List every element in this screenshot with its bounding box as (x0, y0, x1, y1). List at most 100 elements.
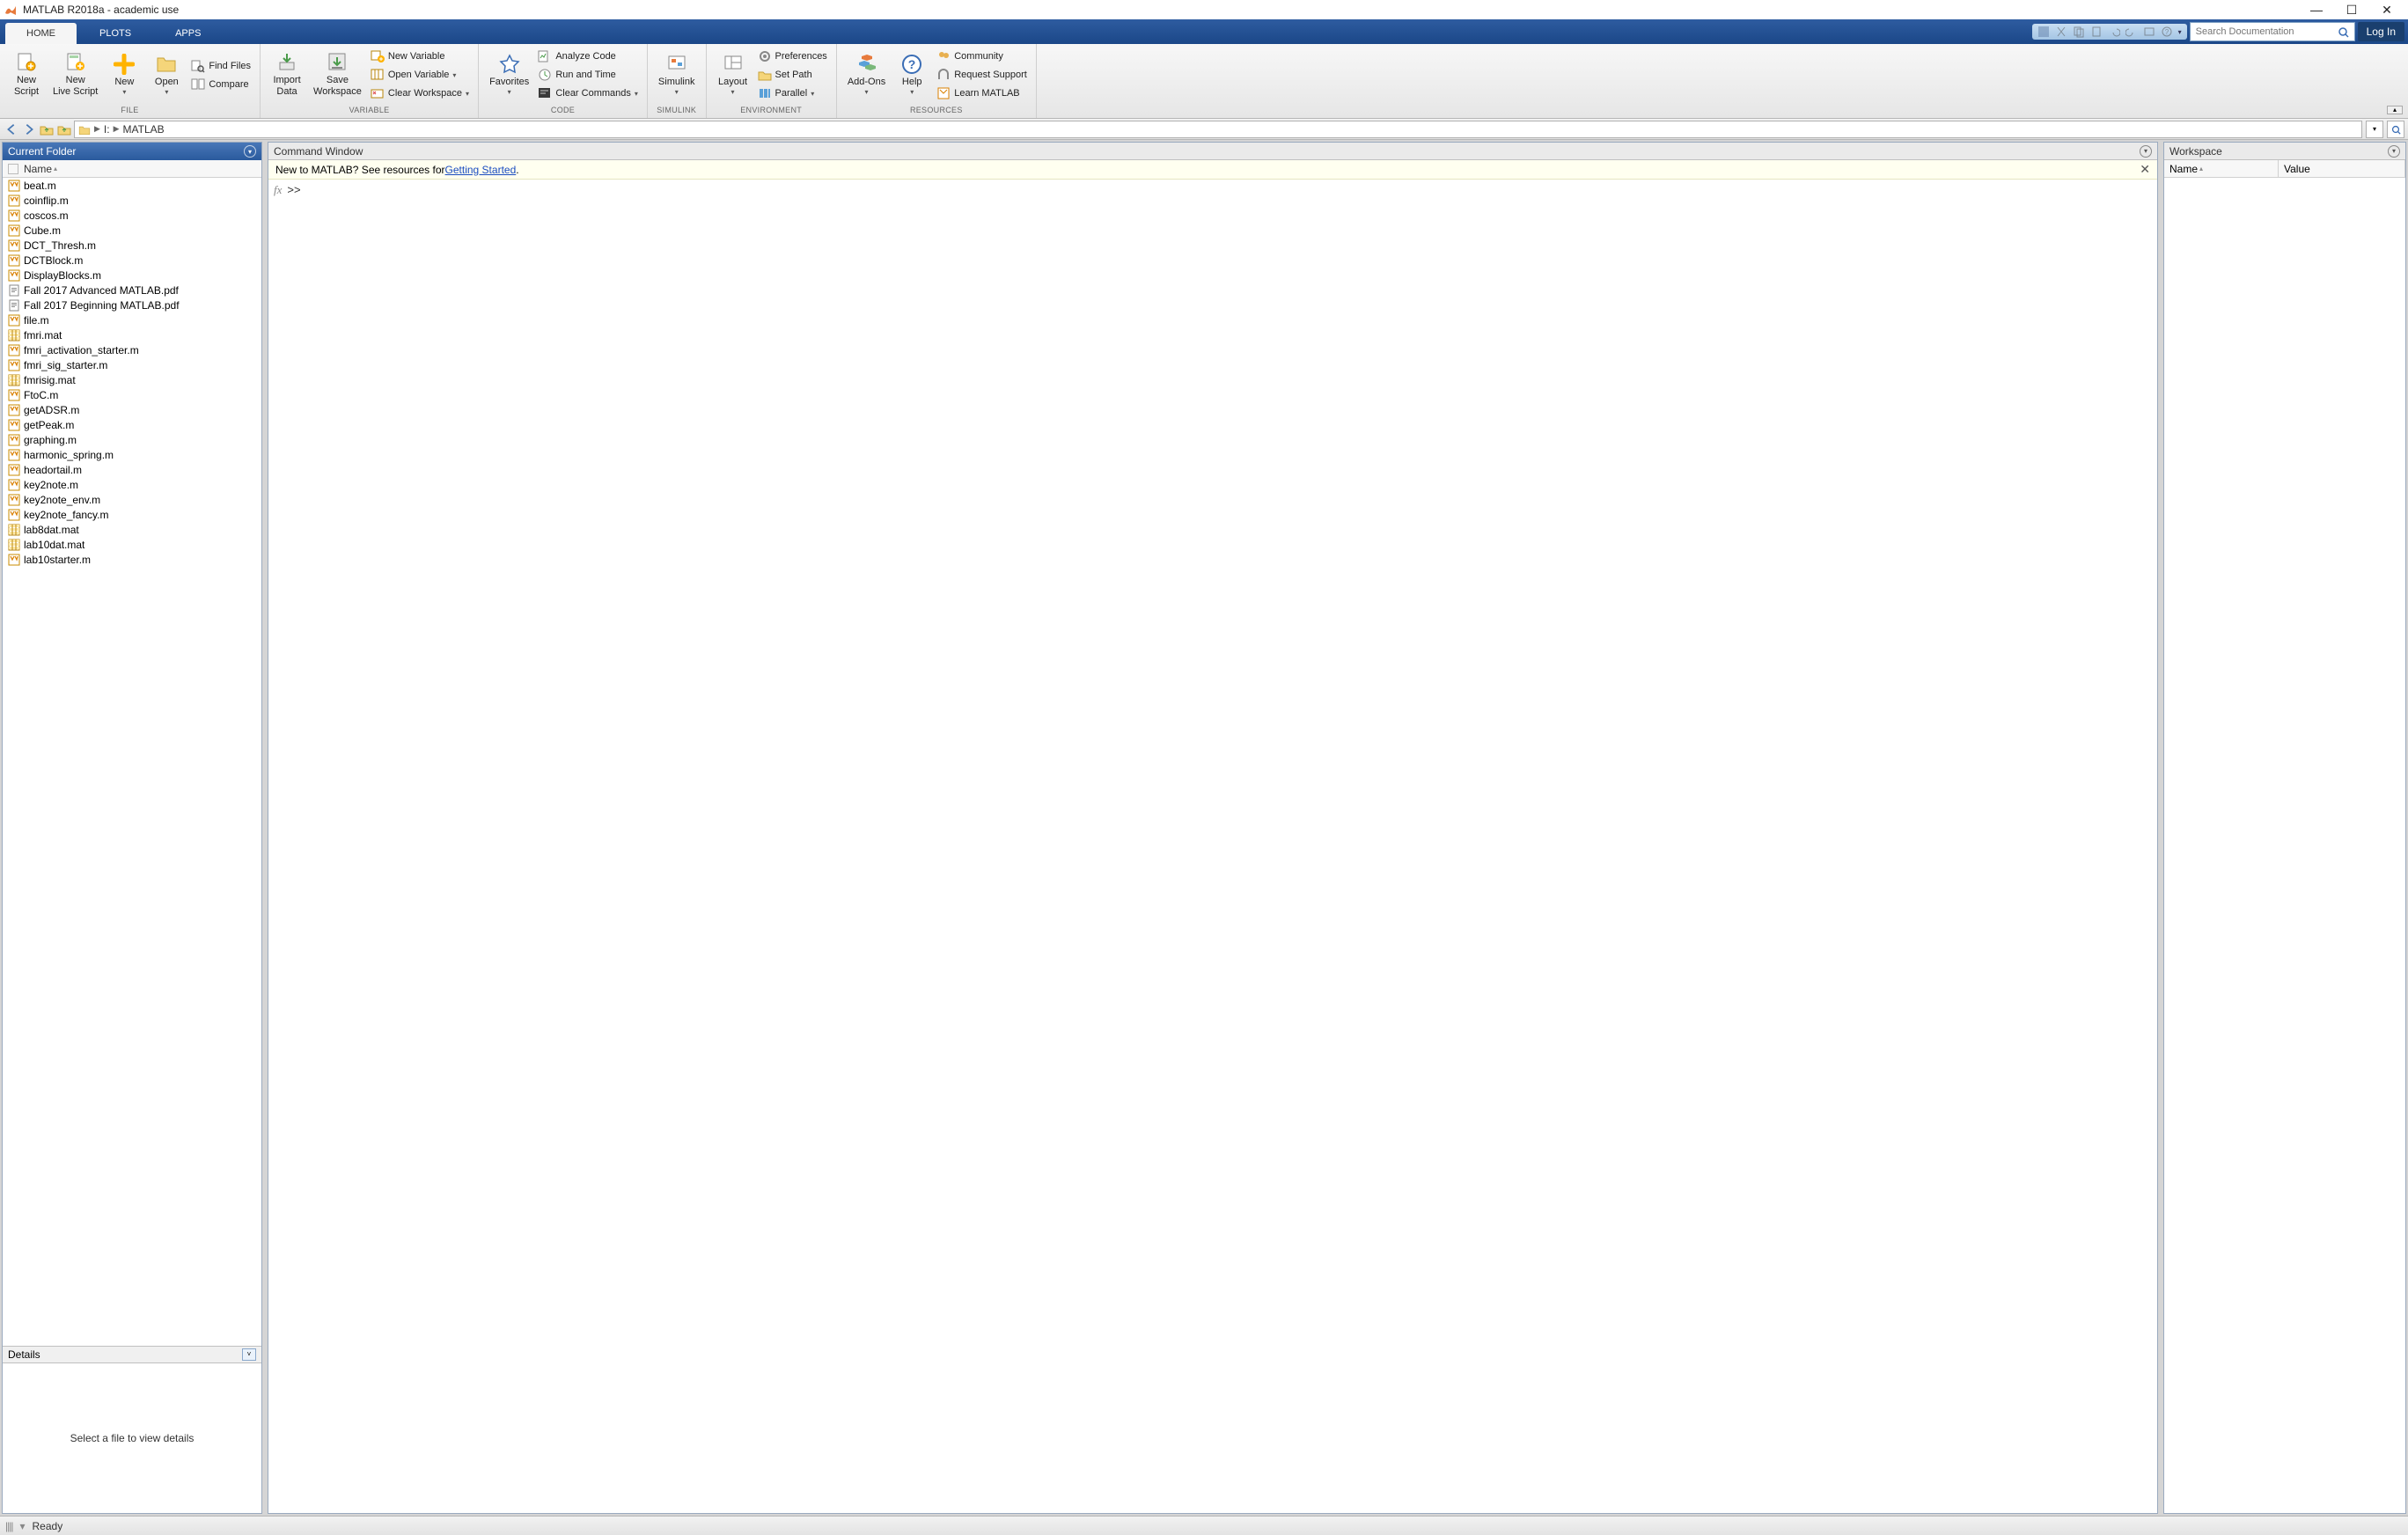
undo-icon[interactable] (2108, 26, 2120, 38)
workspace-column-headers[interactable]: Name▴ Value (2164, 160, 2405, 178)
file-item[interactable]: lab10dat.mat (3, 537, 261, 552)
mat-file-icon (8, 329, 20, 342)
quick-access-dropdown[interactable]: ▾ (2178, 28, 2182, 36)
getting-started-link[interactable]: Getting Started (445, 164, 517, 176)
preferences-button[interactable]: Preferences (754, 48, 831, 65)
analyze-code-button[interactable]: Analyze Code (534, 48, 642, 65)
find-files-button[interactable]: Find Files (187, 57, 254, 75)
minimize-toolstrip-button[interactable]: ▴ (2387, 106, 2403, 114)
fx-indicator[interactable]: fx (274, 183, 282, 1509)
details-toggle-button[interactable]: ˅ (242, 1348, 256, 1361)
current-folder-file-list[interactable]: beat.mcoinflip.mcoscos.mCube.mDCT_Thresh… (3, 178, 261, 1346)
open-variable-button[interactable]: Open Variable (367, 66, 473, 84)
path-search-button[interactable] (2387, 121, 2404, 138)
workspace-col-name[interactable]: Name▴ (2164, 160, 2279, 177)
current-folder-header[interactable]: Current Folder ▾ (3, 143, 261, 160)
file-item[interactable]: beat.m (3, 178, 261, 193)
file-item[interactable]: FtoC.m (3, 387, 261, 402)
set-path-button[interactable]: Set Path (754, 66, 831, 84)
path-dropdown[interactable]: ▾ (2366, 121, 2383, 138)
nav-forward-button[interactable] (21, 121, 37, 137)
save-icon[interactable] (2037, 26, 2050, 38)
request-support-button[interactable]: Request Support (933, 66, 1031, 84)
banner-close-button[interactable]: ✕ (2140, 162, 2150, 177)
nav-back-button[interactable] (4, 121, 19, 137)
command-window-header[interactable]: Command Window ▾ (268, 143, 2157, 160)
details-header[interactable]: Details ˅ (3, 1346, 261, 1363)
tab-home[interactable]: HOME (5, 23, 77, 44)
file-item[interactable]: key2note_fancy.m (3, 507, 261, 522)
current-folder-path[interactable]: ▶ I: ▶ MATLAB (74, 121, 2362, 138)
new-live-script-button[interactable]: New Live Script (48, 50, 103, 99)
layout-button[interactable]: Layout (712, 52, 754, 99)
help-icon[interactable]: ? (2161, 26, 2173, 38)
file-item[interactable]: fmri_sig_starter.m (3, 357, 261, 372)
maximize-button[interactable]: ☐ (2334, 0, 2369, 19)
workspace-body[interactable] (2164, 178, 2405, 1513)
command-window-menu-button[interactable]: ▾ (2140, 145, 2152, 158)
paste-icon[interactable] (2090, 26, 2103, 38)
nav-up-button[interactable] (39, 121, 55, 137)
file-item[interactable]: getADSR.m (3, 402, 261, 417)
command-window-body[interactable]: fx >> (268, 180, 2157, 1513)
file-item[interactable]: file.m (3, 312, 261, 327)
new-button[interactable]: New (103, 52, 145, 99)
simulink-button[interactable]: Simulink (653, 52, 701, 99)
save-workspace-button[interactable]: Save Workspace (308, 50, 367, 99)
current-folder-menu-button[interactable]: ▾ (244, 145, 256, 158)
new-variable-button[interactable]: New Variable (367, 48, 473, 65)
search-documentation[interactable] (2190, 22, 2355, 41)
tab-plots[interactable]: PLOTS (78, 23, 152, 44)
learn-matlab-button[interactable]: Learn MATLAB (933, 84, 1031, 102)
open-button[interactable]: Open (145, 52, 187, 99)
current-folder-column-header[interactable]: Name ▴ (3, 160, 261, 178)
file-item[interactable]: key2note.m (3, 477, 261, 492)
file-item[interactable]: fmrisig.mat (3, 372, 261, 387)
new-script-button[interactable]: New Script (5, 50, 48, 99)
file-item[interactable]: DCT_Thresh.m (3, 238, 261, 253)
file-item[interactable]: harmonic_spring.m (3, 447, 261, 462)
minimize-button[interactable]: — (2299, 0, 2334, 19)
workspace-menu-button[interactable]: ▾ (2388, 145, 2400, 158)
file-item[interactable]: headortail.m (3, 462, 261, 477)
search-icon[interactable] (2337, 26, 2349, 38)
file-item[interactable]: fmri_activation_starter.m (3, 342, 261, 357)
run-and-time-button[interactable]: Run and Time (534, 66, 642, 84)
file-item[interactable]: coinflip.m (3, 193, 261, 208)
parallel-button[interactable]: Parallel (754, 84, 831, 102)
clear-commands-button[interactable]: Clear Commands (534, 84, 642, 102)
file-item[interactable]: graphing.m (3, 432, 261, 447)
tab-apps[interactable]: APPS (154, 23, 222, 44)
file-item[interactable]: Fall 2017 Advanced MATLAB.pdf (3, 283, 261, 297)
file-item[interactable]: Cube.m (3, 223, 261, 238)
parallel-icon (758, 86, 772, 100)
login-button[interactable]: Log In (2358, 22, 2404, 41)
file-item[interactable]: lab10starter.m (3, 552, 261, 567)
help-button[interactable]: Help (891, 52, 933, 99)
addons-button[interactable]: Add-Ons (842, 52, 891, 99)
file-item[interactable]: getPeak.m (3, 417, 261, 432)
file-item[interactable]: DCTBlock.m (3, 253, 261, 268)
redo-icon[interactable] (2125, 26, 2138, 38)
search-input[interactable] (2196, 26, 2337, 37)
clear-workspace-button[interactable]: Clear Workspace (367, 84, 473, 102)
workspace-col-value[interactable]: Value (2279, 160, 2405, 177)
favorites-button[interactable]: Favorites (484, 52, 534, 99)
copy-icon[interactable] (2073, 26, 2085, 38)
path-folder[interactable]: MATLAB (123, 123, 165, 136)
switch-windows-icon[interactable] (2143, 26, 2155, 38)
file-item[interactable]: fmri.mat (3, 327, 261, 342)
import-data-button[interactable]: Import Data (266, 50, 308, 99)
path-drive[interactable]: I: (104, 123, 110, 136)
close-button[interactable]: ✕ (2369, 0, 2404, 19)
workspace-header[interactable]: Workspace ▾ (2164, 143, 2405, 160)
cut-icon[interactable] (2055, 26, 2067, 38)
file-item[interactable]: coscos.m (3, 208, 261, 223)
file-item[interactable]: lab8dat.mat (3, 522, 261, 537)
file-item[interactable]: Fall 2017 Beginning MATLAB.pdf (3, 297, 261, 312)
file-item[interactable]: key2note_env.m (3, 492, 261, 507)
compare-button[interactable]: Compare (187, 76, 254, 93)
community-button[interactable]: Community (933, 48, 1031, 65)
nav-browse-button[interactable] (56, 121, 72, 137)
file-item[interactable]: DisplayBlocks.m (3, 268, 261, 283)
